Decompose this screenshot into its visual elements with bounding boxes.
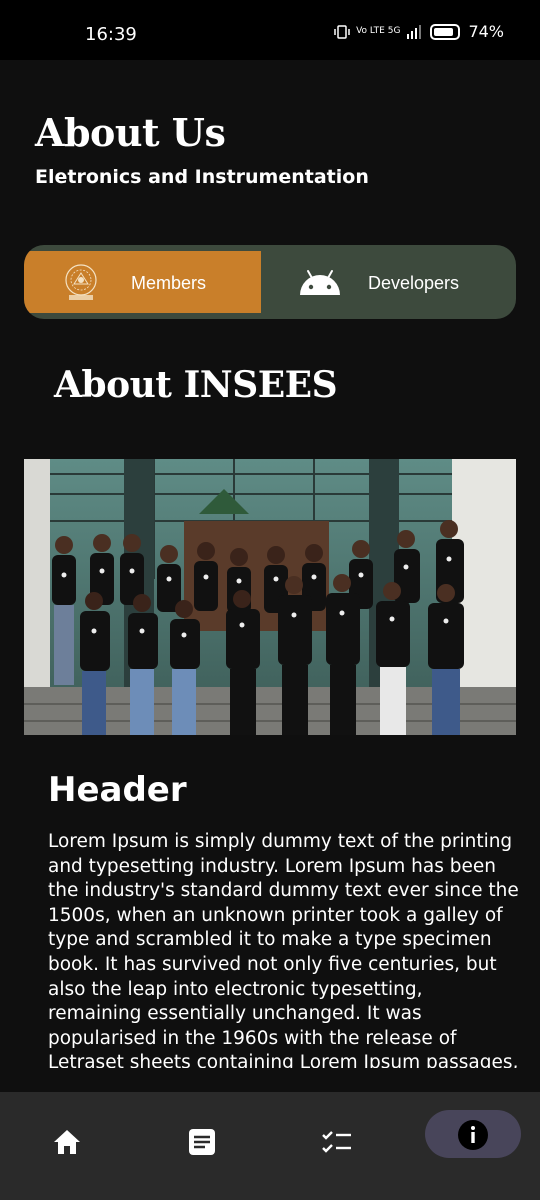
page-title: About Us: [35, 110, 226, 155]
page-subtitle: Eletronics and Instrumentation: [35, 166, 369, 188]
android-icon: [300, 270, 340, 295]
checklist-icon: [322, 1131, 351, 1153]
nav-articles[interactable]: [182, 1122, 222, 1162]
team-group-photo: [24, 459, 516, 735]
article-body: Lorem Ipsum is simply dummy text of the …: [48, 831, 519, 1068]
home-icon: [54, 1130, 80, 1154]
members-label[interactable]: Members: [131, 273, 206, 294]
vibrate-icon: [334, 24, 350, 39]
article-icon: [189, 1129, 215, 1155]
network-label: Vo LTE 5G: [356, 26, 401, 36]
members-developers-toggle: Members Developers: [24, 245, 516, 319]
status-time: 16:39: [85, 24, 137, 45]
article-header: Header: [48, 770, 187, 810]
nav-info[interactable]: [453, 1115, 493, 1155]
developers-tab[interactable]: Developers: [368, 273, 459, 294]
status-bar: 16:39 Vo LTE 5G 74%: [0, 0, 540, 60]
signal-icons: Vo LTE 5G: [334, 24, 422, 40]
signal-icon: [407, 24, 422, 39]
info-icon: [458, 1120, 488, 1150]
nav-home[interactable]: [47, 1122, 87, 1162]
battery-icon: [430, 23, 461, 40]
status-indicators: Vo LTE 5G 74%: [334, 22, 504, 41]
bottom-navigation: [0, 1092, 540, 1200]
battery-level: 74%: [468, 22, 504, 41]
group-photo-illustration: [24, 459, 516, 735]
section-title: About INSEES: [54, 364, 338, 406]
insees-logo-icon: [65, 264, 97, 300]
nav-checklist[interactable]: [317, 1122, 357, 1162]
